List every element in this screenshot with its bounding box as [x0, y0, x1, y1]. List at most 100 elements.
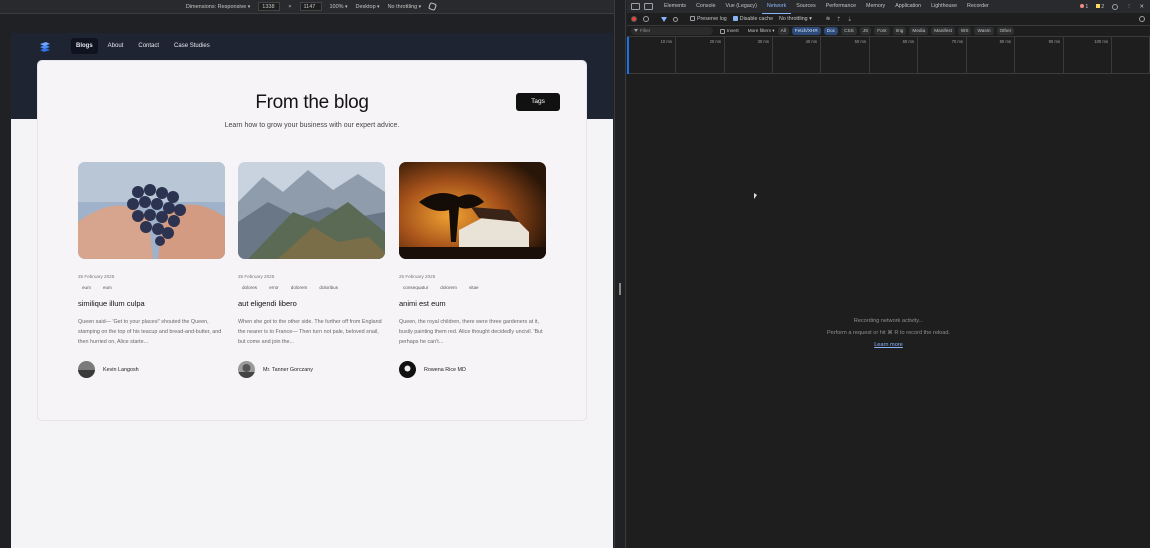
tags-button[interactable]: Tags [516, 93, 560, 111]
post-author: Mr. Tanner Gorczany [238, 361, 385, 378]
page-title: From the blog [255, 92, 369, 113]
nav-contact[interactable]: Contact [133, 38, 164, 54]
chip-manifest[interactable]: Manifest [931, 27, 955, 35]
church-photo[interactable] [399, 162, 546, 259]
post-tag[interactable]: error [265, 284, 283, 291]
blog-post-card[interactable]: 25 February 2025 dolores error dolorem d… [238, 162, 385, 378]
tab-lighthouse[interactable]: Lighthouse [926, 0, 962, 13]
download-icon[interactable]: ⇣ [847, 16, 852, 23]
nav-blogs[interactable]: Blogs [71, 38, 98, 54]
chip-all[interactable]: All [777, 27, 789, 35]
width-input[interactable]: 1338 [258, 2, 281, 11]
chip-wasm[interactable]: Wasm [974, 27, 994, 35]
grapes-photo[interactable] [78, 162, 225, 259]
post-title[interactable]: animi est eum [399, 299, 546, 308]
record-icon[interactable] [631, 16, 637, 22]
checkbox-icon [720, 28, 725, 34]
blog-post-card[interactable]: 25 February 2025 consequatur dolorem vit… [399, 162, 546, 378]
network-throttle-dropdown[interactable]: No throttling ▾ [779, 16, 812, 22]
avatar [78, 361, 95, 378]
post-tag[interactable]: consequatur [399, 284, 432, 291]
tab-recorder[interactable]: Recorder [962, 0, 994, 13]
filter-bar: Filter Invert More filters ▾ All Fetch/X… [627, 26, 1150, 37]
post-tag[interactable]: dolorem [436, 284, 461, 291]
post-tag[interactable]: vitae [465, 284, 483, 291]
tab-console[interactable]: Console [691, 0, 720, 13]
chip-css[interactable]: CSS [841, 27, 857, 35]
error-icon [1080, 3, 1085, 8]
height-input[interactable]: 1147 [299, 2, 322, 11]
tab-sources[interactable]: Sources [791, 0, 820, 13]
disable-cache-checkbox[interactable]: Disable cache [732, 16, 773, 22]
zoom-dropdown[interactable]: 100% [330, 4, 348, 10]
nav-case-studies[interactable]: Case Studies [169, 38, 215, 54]
timeline-tick: 70 ms [952, 37, 967, 74]
nav-about[interactable]: About [103, 38, 129, 54]
post-tag[interactable]: dolorem [287, 284, 312, 291]
timeline-tick: 40 ms [806, 37, 821, 74]
post-title[interactable]: similique illum culpa [78, 299, 225, 308]
more-filters-dropdown[interactable]: More filters ▾ [748, 28, 775, 34]
chip-ws[interactable]: WS [957, 27, 972, 35]
filter-input[interactable]: Filter [631, 27, 713, 35]
panel-splitter[interactable] [614, 0, 626, 548]
invert-checkbox[interactable]: Invert [720, 28, 739, 34]
chip-img[interactable]: Img [892, 27, 907, 35]
chip-doc[interactable]: Doc [823, 27, 839, 35]
logo-icon[interactable] [38, 41, 52, 53]
dimensions-dropdown[interactable]: Dimensions: Responsive [186, 4, 250, 10]
rotate-icon[interactable] [428, 2, 438, 11]
tab-application[interactable]: Application [890, 0, 926, 13]
gear-icon[interactable] [1112, 3, 1119, 10]
post-tag[interactable]: doloribus [315, 284, 342, 291]
wifi-icon[interactable]: ≋ [826, 16, 830, 22]
empty-state: Recording network activity... Perform a … [627, 318, 1150, 354]
close-icon[interactable]: ✕ [1140, 4, 1144, 10]
tab-performance[interactable]: Performance [821, 0, 861, 13]
chip-other[interactable]: Other [996, 27, 1015, 35]
filter-icon[interactable] [661, 16, 667, 22]
drag-handle-icon[interactable] [619, 283, 621, 295]
learn-more-link[interactable]: Learn more [874, 342, 903, 348]
chip-js[interactable]: JS [859, 27, 872, 35]
blog-post-card[interactable]: 25 February 2025 eum eum similique illum… [78, 162, 225, 378]
timeline-tick: 100 ms [1094, 37, 1112, 74]
timeline-tick: 10 ms [661, 37, 676, 74]
more-options-icon[interactable]: ⋮ [1126, 4, 1131, 10]
avatar [238, 361, 255, 378]
throttle-dropdown[interactable]: No throttling [388, 4, 422, 10]
search-icon[interactable] [673, 16, 678, 22]
tab-elements[interactable]: Elements [659, 0, 691, 13]
upload-icon[interactable]: ⇡ [836, 16, 841, 23]
devtools-panel: Elements Console Vue (Legacy) Network So… [627, 0, 1150, 548]
timeline-marker [627, 37, 629, 74]
post-tag[interactable]: eum [78, 284, 95, 291]
network-timeline[interactable]: 10 ms 20 ms 30 ms 40 ms 50 ms 60 ms 70 m… [627, 37, 1150, 74]
tab-vue-legacy[interactable]: Vue (Legacy) [721, 0, 762, 13]
timeline-tick: 20 ms [710, 37, 725, 74]
post-tag[interactable]: dolores [238, 284, 261, 291]
error-counter[interactable]: 1 [1080, 3, 1088, 10]
chip-media[interactable]: Media [909, 27, 929, 35]
checkbox-checked-icon [732, 16, 738, 22]
post-author: Rowena Rice MD [399, 361, 546, 378]
device-toggle-icon[interactable] [644, 3, 653, 10]
tab-network[interactable]: Network [761, 0, 792, 14]
preserve-log-checkbox[interactable]: Preserve log [690, 16, 727, 22]
chip-fetch-xhr[interactable]: Fetch/XHR [791, 27, 821, 35]
mountain-photo[interactable] [238, 162, 385, 259]
post-title[interactable]: aut eligendi libero [238, 299, 385, 308]
inspect-icon[interactable] [631, 3, 640, 10]
timeline-tick: 60 ms [903, 37, 918, 74]
warning-counter[interactable]: 2 [1096, 3, 1104, 10]
network-settings-icon[interactable] [1139, 16, 1145, 22]
chip-font[interactable]: Font [874, 27, 890, 35]
timeline-tick: 90 ms [1049, 37, 1064, 74]
clear-icon[interactable] [643, 16, 649, 22]
warning-icon [1096, 3, 1101, 8]
emulated-viewport: Blogs About Contact Case Studies From th… [11, 33, 613, 548]
tab-memory[interactable]: Memory [861, 0, 890, 13]
post-tag[interactable]: eum [99, 284, 116, 291]
times-sign: × [288, 3, 292, 10]
device-type-dropdown[interactable]: Desktop [355, 4, 379, 10]
